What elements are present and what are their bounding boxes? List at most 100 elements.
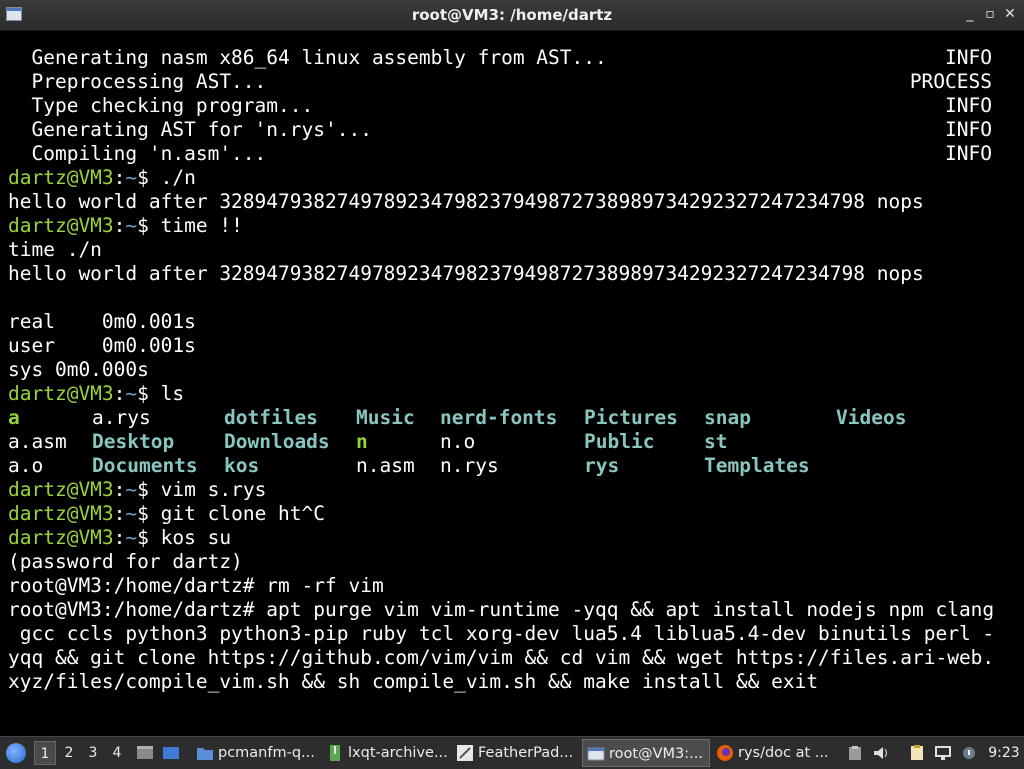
prompt-separator: :	[113, 502, 126, 525]
ls-entry: n.rys	[440, 454, 499, 477]
task-label: pcmanfm-q...	[218, 745, 315, 761]
minimize-button[interactable]: _	[962, 6, 978, 22]
start-menu-button[interactable]	[0, 737, 30, 769]
lxqt-logo-icon	[6, 743, 26, 763]
folder-icon	[196, 744, 214, 762]
prompt-command: $ vim s.rys	[137, 478, 267, 501]
featherpad-icon	[456, 744, 474, 762]
output-line: sys 0m0.000s	[8, 358, 149, 381]
clipboard-manager-icon[interactable]	[846, 745, 864, 761]
output-line: Type checking program...	[8, 94, 314, 117]
output-line: Preprocessing AST...	[8, 70, 267, 93]
ls-entry: kos	[224, 454, 260, 477]
close-button[interactable]: ✕	[1002, 6, 1018, 22]
ls-entry: a.rys	[92, 406, 151, 429]
ls-entry: a	[8, 406, 20, 429]
task-pcmanfm[interactable]: pcmanfm-q...	[192, 739, 322, 767]
ls-entry: rys	[584, 454, 620, 477]
ls-entry: a.asm	[8, 430, 67, 453]
shell-prompt-line: dartz@VM3:~$ vim s.rys	[8, 478, 266, 502]
output-line: hello world after 3289479382749789234798…	[8, 262, 924, 285]
task-terminal[interactable]: root@VM3:...	[582, 739, 710, 767]
task-lxqt-archiver[interactable]: lxqt-archive...	[322, 739, 450, 767]
prompt-user: dartz@VM3	[8, 382, 114, 405]
output-line: gcc ccls python3 python3-pip ruby tcl xo…	[8, 622, 995, 645]
prompt-path: ~	[125, 166, 138, 189]
output-line: time ./n	[8, 238, 102, 261]
prompt-command: $ ls	[137, 382, 185, 405]
show-desktop-icon[interactable]	[136, 745, 154, 761]
network-icon[interactable]	[934, 745, 952, 761]
archive-icon	[326, 744, 344, 762]
ls-entry: n.o	[440, 430, 476, 453]
task-label: lxqt-archive...	[348, 745, 448, 761]
output-line: root@VM3:/home/dartz# apt purge vim vim-…	[8, 598, 995, 621]
workspace-2-button[interactable]: 2	[58, 741, 80, 765]
prompt-user: dartz@VM3	[8, 502, 114, 525]
ls-entry: Pictures	[584, 406, 678, 429]
output-line: _	[8, 718, 20, 736]
prompt-user: dartz@VM3	[8, 478, 114, 501]
shell-prompt-line: dartz@VM3:~$ git clone ht^C	[8, 502, 325, 526]
prompt-separator: :	[113, 166, 126, 189]
prompt-path: ~	[125, 382, 138, 405]
shell-prompt-line: dartz@VM3:~$ time !!	[8, 214, 243, 238]
task-featherpad[interactable]: FeatherPad...	[452, 739, 580, 767]
ls-entry: a.o	[8, 454, 44, 477]
log-level-tag: INFO	[945, 46, 992, 69]
ls-entry: Music	[356, 406, 415, 429]
output-line: yqq && git clone https://github.com/vim/…	[8, 646, 995, 669]
terminal-icon	[587, 745, 605, 763]
workspace-4-button[interactable]: 4	[106, 741, 128, 765]
taskbar: 1 2 3 4 pcmanfm-q... lxqt-archive... Fea…	[0, 736, 1024, 769]
ls-entry: dotfiles	[224, 406, 318, 429]
prompt-command: $ kos su	[137, 526, 232, 549]
prompt-user: dartz@VM3	[8, 166, 114, 189]
maximize-button[interactable]: ▫	[982, 6, 998, 22]
prompt-path: ~	[125, 526, 138, 549]
log-level-tag: INFO	[945, 118, 992, 141]
ls-entry: nerd-fonts	[440, 406, 558, 429]
prompt-separator: :	[113, 526, 126, 549]
prompt-command: $ time !!	[137, 214, 243, 237]
clock[interactable]: 9:23	[984, 737, 1024, 769]
shell-prompt-line: dartz@VM3:~$ ./n	[8, 166, 196, 190]
window-titlebar[interactable]: root@VM3: /home/dartz _ ▫ ✕	[0, 0, 1024, 31]
output-line: hello world after 3289479382749789234798…	[8, 190, 924, 213]
ls-entry: Documents	[92, 454, 198, 477]
output-line: root@VM3:/home/dartz# rm -rf vim	[8, 574, 384, 597]
shell-prompt-line: dartz@VM3:~$ kos su	[8, 526, 231, 550]
clipboard-icon[interactable]	[908, 745, 926, 761]
desktop-switch-icon[interactable]	[162, 745, 180, 761]
ls-entry: Desktop	[92, 430, 175, 453]
output-line: Compiling 'n.asm'...	[8, 142, 267, 165]
output-line: real 0m0.001s	[8, 310, 196, 333]
prompt-separator: :	[113, 382, 126, 405]
task-label: rys/doc at ...	[738, 745, 829, 761]
ls-entry: Downloads	[224, 430, 330, 453]
window-title: root@VM3: /home/dartz	[411, 6, 613, 24]
output-line: Generating AST for 'n.rys'...	[8, 118, 372, 141]
task-firefox[interactable]: rys/doc at ...	[712, 739, 840, 767]
task-label: FeatherPad...	[478, 745, 574, 761]
shell-prompt-line: dartz@VM3:~$ ls	[8, 382, 184, 406]
prompt-separator: :	[113, 478, 126, 501]
output-line: (password for dartz)	[8, 550, 243, 573]
terminal-output[interactable]: Generating nasm x86_64 linux assembly fr…	[0, 31, 1024, 736]
notification-icon[interactable]	[960, 745, 978, 761]
firefox-icon	[716, 744, 734, 762]
ls-entry: st	[704, 430, 728, 453]
ls-entry: snap	[704, 406, 751, 429]
workspace-3-button[interactable]: 3	[82, 741, 104, 765]
prompt-separator: :	[113, 214, 126, 237]
ls-entry: Templates	[704, 454, 810, 477]
output-line: user 0m0.001s	[8, 334, 196, 357]
ls-entry: n	[356, 430, 368, 453]
log-level-tag: INFO	[945, 94, 992, 117]
prompt-user: dartz@VM3	[8, 214, 114, 237]
prompt-command: $ git clone ht^C	[137, 502, 326, 525]
log-level-tag: INFO	[945, 142, 992, 165]
workspace-1-button[interactable]: 1	[34, 741, 56, 765]
task-label: root@VM3:...	[609, 746, 703, 762]
volume-icon[interactable]	[872, 745, 890, 761]
